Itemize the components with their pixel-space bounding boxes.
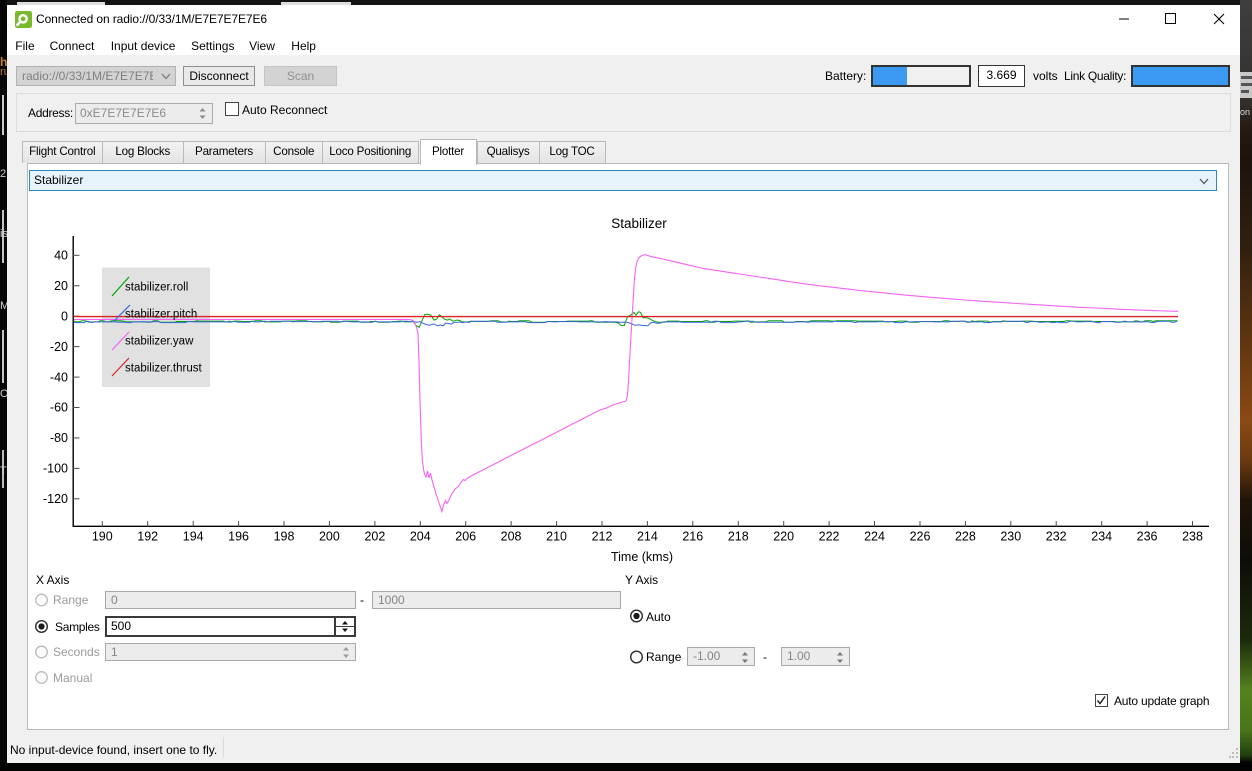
- svg-text:216: 216: [682, 530, 703, 544]
- svg-text:Time (kms): Time (kms): [611, 550, 673, 564]
- svg-text:-80: -80: [50, 431, 68, 445]
- svg-text:208: 208: [501, 530, 522, 544]
- svg-text:204: 204: [410, 530, 431, 544]
- svg-text:202: 202: [364, 530, 385, 544]
- svg-text:226: 226: [910, 530, 931, 544]
- svg-text:224: 224: [864, 530, 885, 544]
- svg-text:214: 214: [637, 530, 658, 544]
- svg-text:0: 0: [61, 309, 68, 323]
- svg-text:-20: -20: [50, 340, 68, 354]
- svg-text:-120: -120: [43, 492, 68, 506]
- svg-text:236: 236: [1137, 530, 1158, 544]
- svg-text:234: 234: [1091, 530, 1112, 544]
- svg-text:230: 230: [1000, 530, 1021, 544]
- svg-text:stabilizer.yaw: stabilizer.yaw: [125, 336, 194, 348]
- svg-text:212: 212: [592, 530, 613, 544]
- svg-text:stabilizer.roll: stabilizer.roll: [125, 282, 188, 294]
- svg-text:40: 40: [54, 249, 68, 263]
- svg-text:220: 220: [773, 530, 794, 544]
- svg-text:-40: -40: [50, 370, 68, 384]
- svg-text:Stabilizer: Stabilizer: [611, 216, 667, 231]
- svg-text:stabilizer.pitch: stabilizer.pitch: [125, 309, 197, 321]
- svg-text:198: 198: [274, 530, 295, 544]
- svg-text:232: 232: [1046, 530, 1067, 544]
- svg-text:218: 218: [728, 530, 749, 544]
- svg-text:210: 210: [546, 530, 567, 544]
- svg-text:228: 228: [955, 530, 976, 544]
- svg-text:stabilizer.thrust: stabilizer.thrust: [125, 363, 203, 375]
- svg-text:222: 222: [819, 530, 840, 544]
- svg-text:206: 206: [455, 530, 476, 544]
- svg-text:192: 192: [137, 530, 158, 544]
- svg-text:238: 238: [1182, 530, 1203, 544]
- svg-text:194: 194: [183, 530, 204, 544]
- svg-text:190: 190: [92, 530, 113, 544]
- svg-text:20: 20: [54, 279, 68, 293]
- svg-text:-100: -100: [43, 462, 68, 476]
- svg-text:200: 200: [319, 530, 340, 544]
- svg-text:-60: -60: [50, 401, 68, 415]
- svg-text:196: 196: [228, 530, 249, 544]
